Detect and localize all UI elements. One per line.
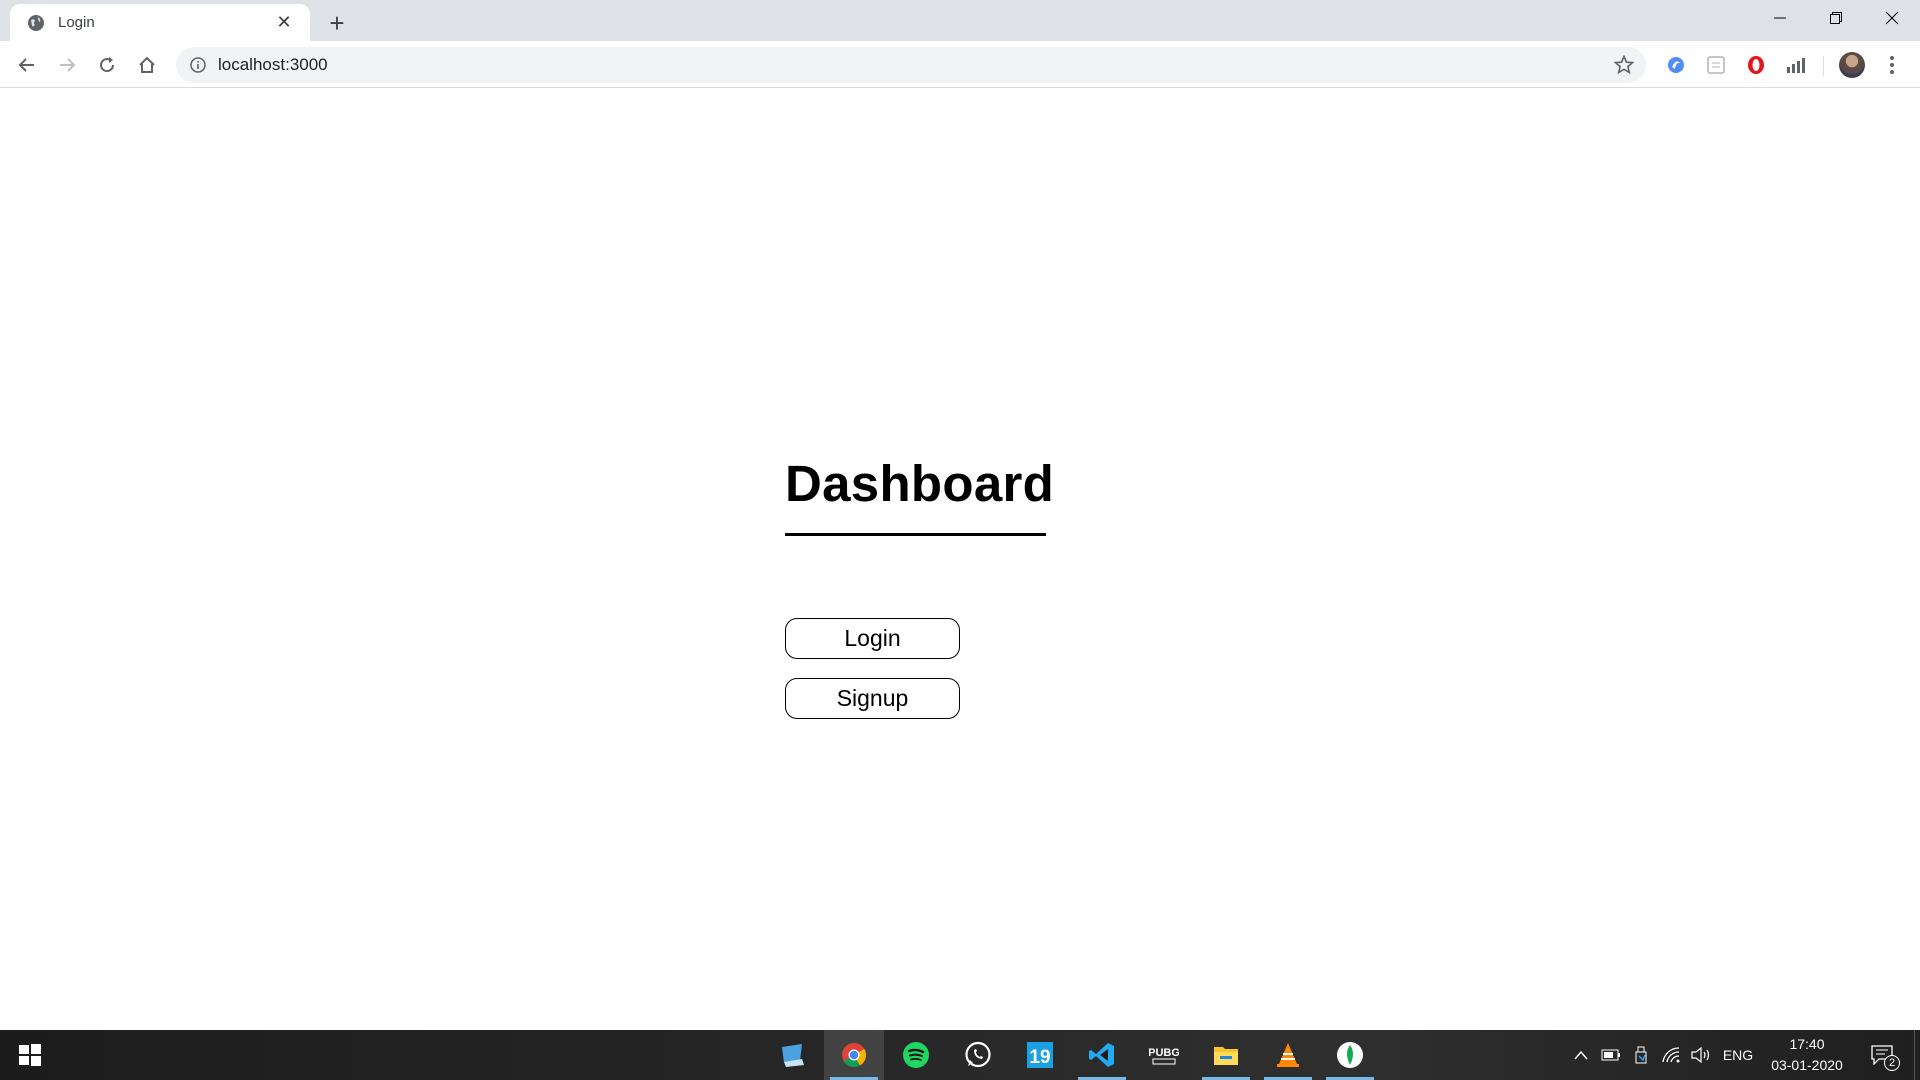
taskbar-app-mongodb[interactable] xyxy=(1320,1030,1380,1080)
spotify-icon xyxy=(903,1042,929,1068)
tray-volume[interactable] xyxy=(1688,1030,1714,1080)
usb-drive-icon xyxy=(1635,1046,1647,1064)
taskbar-app-chrome[interactable] xyxy=(824,1030,884,1080)
taskbar: 19 PUBG ENG 17:40 03-01-2020 2 xyxy=(0,1030,1920,1080)
reader-icon xyxy=(1707,56,1725,74)
taskbar-app-desktop[interactable] xyxy=(762,1030,822,1080)
action-center-button[interactable]: 2 xyxy=(1860,1030,1904,1080)
minimize-button[interactable] xyxy=(1752,0,1808,36)
dot-icon xyxy=(1890,56,1894,60)
taskbar-app-file-explorer[interactable] xyxy=(1196,1030,1256,1080)
battery-icon xyxy=(1601,1049,1620,1061)
page-content: Dashboard Login Signup xyxy=(0,88,1920,1030)
vlc-icon xyxy=(1277,1043,1299,1067)
tray-language[interactable]: ENG xyxy=(1718,1030,1758,1080)
forward-button[interactable] xyxy=(53,51,81,79)
info-icon[interactable] xyxy=(188,55,208,75)
globe-icon xyxy=(26,13,46,33)
browser-toolbar: localhost:3000 xyxy=(0,41,1920,88)
dot-icon xyxy=(1890,63,1894,67)
mongodb-icon xyxy=(1337,1042,1363,1068)
browser-tab[interactable]: Login ✕ xyxy=(10,4,310,41)
clock-date: 03-01-2020 xyxy=(1771,1057,1843,1073)
wifi-icon xyxy=(1662,1047,1680,1063)
chrome-icon xyxy=(842,1043,867,1068)
tab-close-button[interactable]: ✕ xyxy=(272,11,296,35)
arrow-left-icon xyxy=(18,58,34,72)
dot-icon xyxy=(1890,70,1894,74)
close-icon xyxy=(1885,11,1899,25)
file-explorer-icon xyxy=(1214,1047,1238,1065)
browser-tabstrip: Login ✕ + xyxy=(0,0,1920,41)
show-desktop-button[interactable] xyxy=(1914,1030,1920,1080)
tray-usb[interactable] xyxy=(1628,1030,1654,1080)
home-button[interactable] xyxy=(133,51,161,79)
restore-icon xyxy=(1830,12,1842,24)
speaker-icon xyxy=(1691,1047,1710,1063)
page-title: Dashboard xyxy=(785,455,1055,512)
bookmark-star-button[interactable] xyxy=(1612,53,1636,77)
browser-menu-button[interactable] xyxy=(1880,53,1904,77)
window-close-button[interactable] xyxy=(1864,0,1920,36)
reload-button[interactable] xyxy=(93,51,121,79)
title-underline xyxy=(785,533,1046,536)
start-button[interactable] xyxy=(0,1030,60,1080)
windows-logo-icon xyxy=(19,1044,41,1066)
url-text[interactable]: localhost:3000 xyxy=(218,55,328,75)
clock-time: 17:40 xyxy=(1789,1036,1825,1052)
profile-avatar[interactable] xyxy=(1839,52,1865,78)
home-icon xyxy=(139,56,155,73)
toolbar-separator xyxy=(1823,56,1824,76)
window-controls xyxy=(1752,0,1920,41)
restore-button[interactable] xyxy=(1808,0,1864,36)
extension-stats[interactable] xyxy=(1784,53,1808,77)
tray-battery[interactable] xyxy=(1598,1030,1624,1080)
pubg-icon: PUBG xyxy=(1149,1047,1179,1065)
edge-like-icon xyxy=(1668,57,1684,73)
vscode-icon xyxy=(1089,1043,1114,1067)
desktop-icon xyxy=(782,1044,804,1067)
opera-icon xyxy=(1748,56,1764,74)
login-button[interactable]: Login xyxy=(785,618,960,659)
taskbar-app-pubg[interactable]: PUBG xyxy=(1134,1030,1194,1080)
taskbar-app-vlc[interactable] xyxy=(1258,1030,1318,1080)
extension-reader[interactable] xyxy=(1704,53,1728,77)
extension-opera[interactable] xyxy=(1744,53,1768,77)
nineteen-app-icon: 19 xyxy=(1027,1042,1053,1068)
taskbar-app-nineteen[interactable]: 19 xyxy=(1010,1030,1070,1080)
minimize-icon xyxy=(1774,17,1786,19)
new-tab-button[interactable]: + xyxy=(322,8,352,38)
signup-button[interactable]: Signup xyxy=(785,678,960,719)
tray-wifi[interactable] xyxy=(1658,1030,1684,1080)
taskbar-app-vscode[interactable] xyxy=(1072,1030,1132,1080)
taskbar-app-whatsapp[interactable] xyxy=(948,1030,1008,1080)
chevron-up-icon xyxy=(1574,1050,1588,1060)
tab-title: Login xyxy=(58,14,95,31)
arrow-right-icon xyxy=(60,58,76,72)
svg-text:PUBG: PUBG xyxy=(1149,1047,1179,1059)
extension-edge-like[interactable] xyxy=(1664,53,1688,77)
tray-clock[interactable]: 17:40 03-01-2020 xyxy=(1762,1034,1852,1078)
address-bar[interactable]: localhost:3000 xyxy=(176,47,1646,83)
taskbar-app-spotify[interactable] xyxy=(886,1030,946,1080)
star-icon xyxy=(1614,55,1634,75)
stats-icon xyxy=(1787,58,1805,73)
svg-text:19: 19 xyxy=(1029,1047,1050,1068)
notification-count-badge: 2 xyxy=(1884,1055,1900,1071)
back-button[interactable] xyxy=(13,51,41,79)
tray-overflow-button[interactable] xyxy=(1568,1030,1594,1080)
reload-icon xyxy=(100,57,115,73)
whatsapp-icon xyxy=(965,1041,991,1068)
